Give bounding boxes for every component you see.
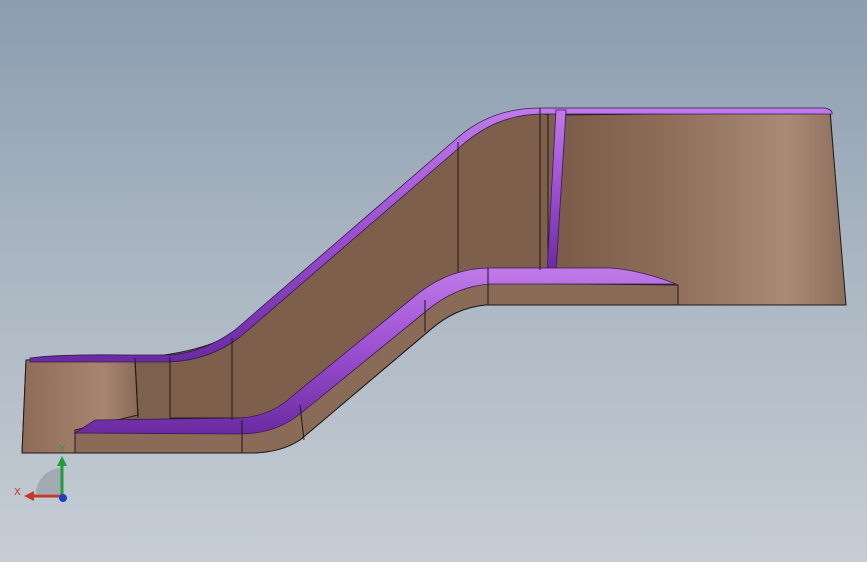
z-axis-dot (59, 494, 67, 502)
y-axis-label: Y (58, 444, 66, 455)
triad-quarter-disc (36, 468, 62, 494)
orientation-triad[interactable]: X Y (10, 438, 80, 510)
part-model[interactable] (0, 0, 867, 562)
y-axis-arrowhead (57, 456, 67, 466)
graphics-viewport[interactable]: X Y (0, 0, 867, 562)
x-axis-arrowhead (24, 491, 34, 501)
x-axis-label: X (14, 487, 21, 498)
